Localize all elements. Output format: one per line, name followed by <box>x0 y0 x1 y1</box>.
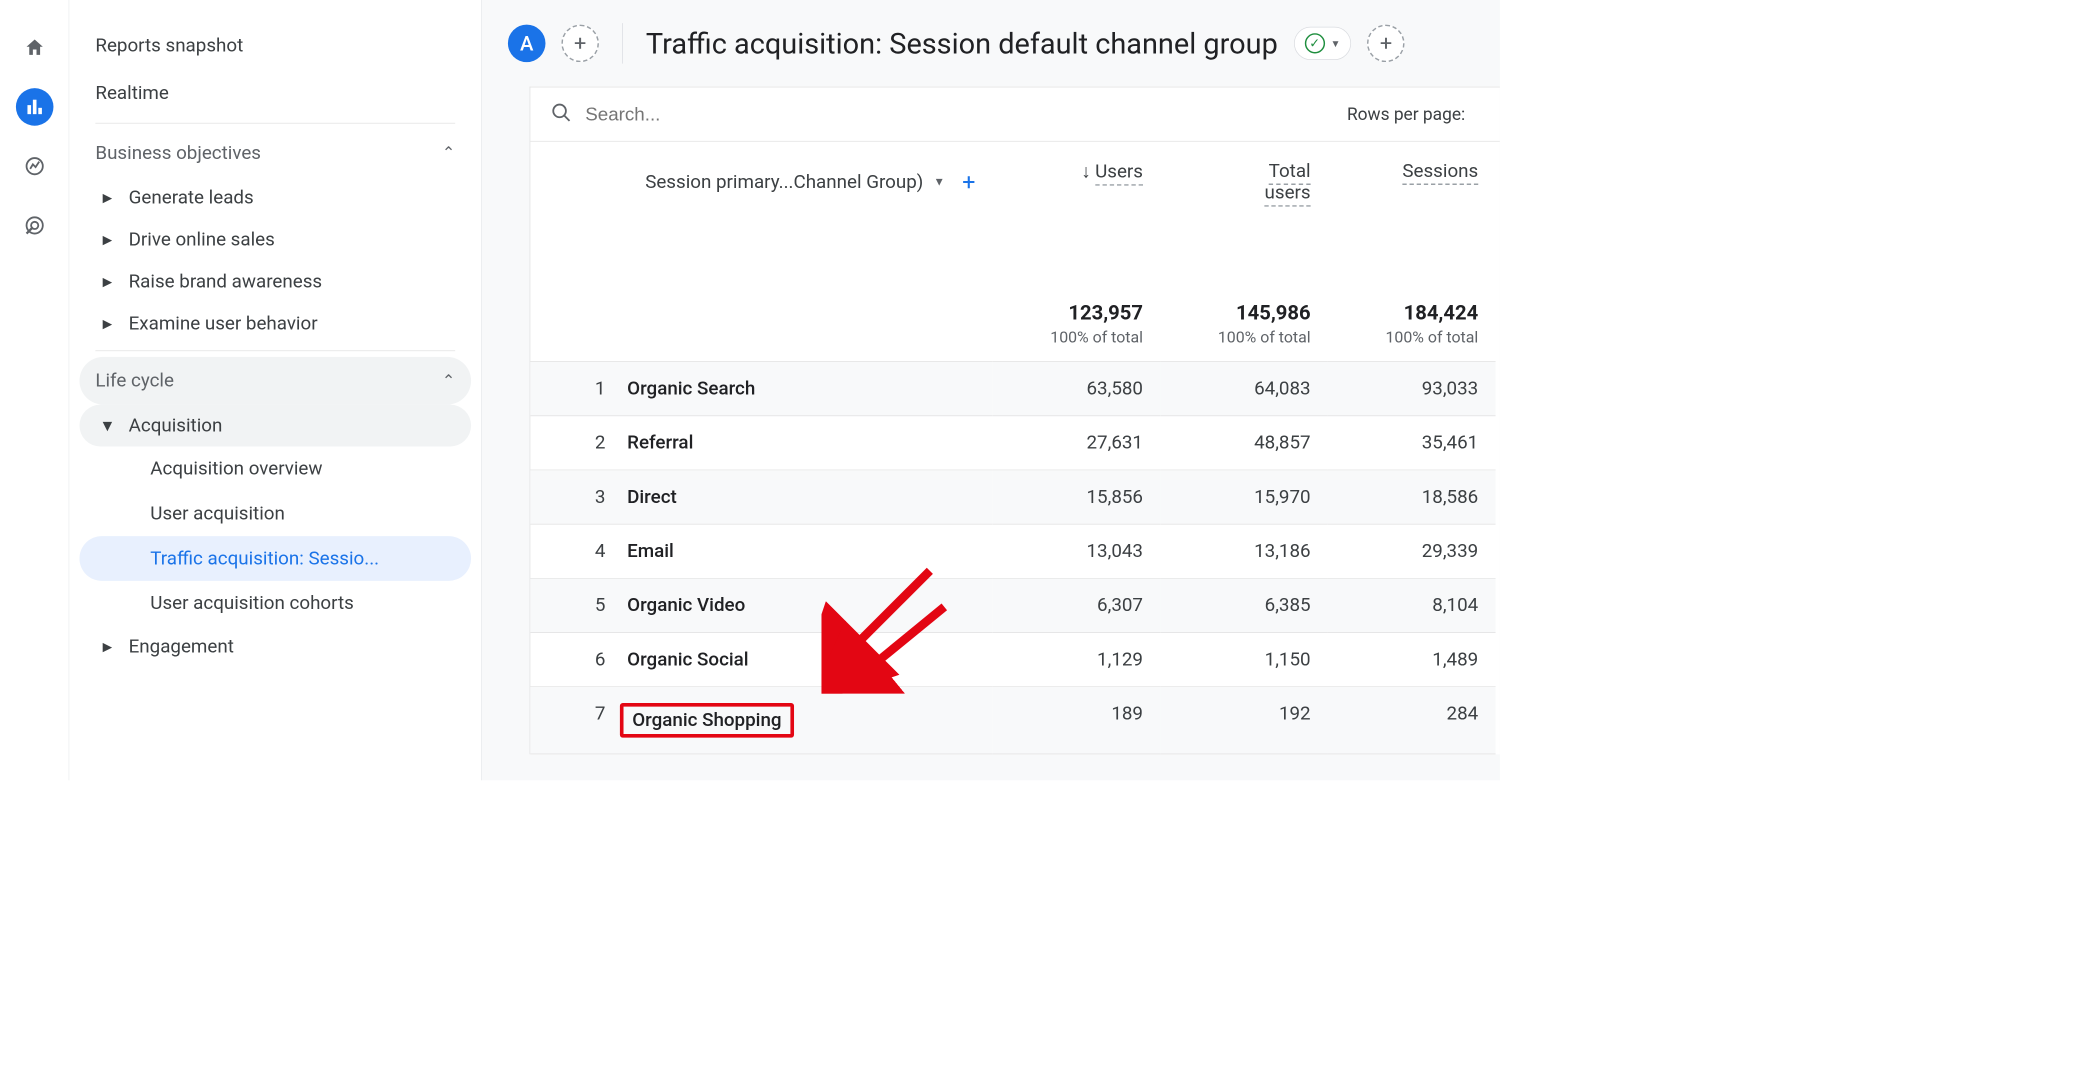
sidebar-item-acquisition[interactable]: ▾Acquisition <box>79 405 471 447</box>
sidebar-item-drive-online-sales[interactable]: ▸Drive online sales <box>79 219 471 261</box>
table-row[interactable]: 2Referral27,63148,85735,461 <box>530 416 1500 470</box>
add-comparison-button[interactable]: + <box>561 25 599 63</box>
metric-header-sessions[interactable]: Sessions <box>1328 142 1496 207</box>
advertising-icon[interactable] <box>16 207 54 245</box>
sidebar-item-user-acquisition-cohorts[interactable]: User acquisition cohorts <box>79 581 471 626</box>
table-row[interactable]: 3Direct15,85615,97018,586 <box>530 470 1500 524</box>
table-row[interactable]: 7Organic Shopping189192284 <box>530 687 1500 754</box>
sidebar-group-business-objectives[interactable]: Business objectives ⌃ <box>79 129 471 177</box>
sidebar: Reports snapshot Realtime Business objec… <box>69 0 481 780</box>
table-row[interactable]: 1Organic Search63,58064,08393,033 <box>530 362 1500 416</box>
home-icon[interactable] <box>16 29 54 67</box>
dimension-header[interactable]: Session primary...Channel Group) ▼ + <box>530 142 992 207</box>
sidebar-item-acquisition-overview[interactable]: Acquisition overview <box>79 447 471 492</box>
divider <box>622 23 623 63</box>
table-row[interactable]: 4Email13,04313,18629,339 <box>530 525 1500 579</box>
main-content: A + Traffic acquisition: Session default… <box>481 0 1500 780</box>
chevron-up-icon: ⌃ <box>442 372 455 390</box>
sort-down-icon: ↓ <box>1081 161 1090 183</box>
sidebar-item-snapshot[interactable]: Reports snapshot <box>79 22 471 70</box>
chevron-down-icon[interactable]: ▼ <box>933 175 944 189</box>
search-bar: Rows per page: <box>530 87 1500 141</box>
chevron-down-icon: ▼ <box>1331 37 1341 49</box>
sidebar-item-user-acquisition[interactable]: User acquisition <box>79 491 471 536</box>
sidebar-group-label: Business objectives <box>95 142 261 164</box>
search-icon <box>551 102 573 127</box>
avatar[interactable]: A <box>508 25 546 63</box>
reports-icon[interactable] <box>16 88 54 126</box>
sidebar-item-realtime[interactable]: Realtime <box>79 69 471 117</box>
totals-row: 123,957100% of total 145,986100% of tota… <box>530 207 1500 362</box>
table-row[interactable]: 5Organic Video6,3076,3858,104 <box>530 579 1500 633</box>
page-title: Traffic acquisition: Session default cha… <box>646 26 1278 60</box>
rows-per-page-label: Rows per page: <box>1347 104 1480 124</box>
sidebar-item-brand-awareness[interactable]: ▸Raise brand awareness <box>79 261 471 303</box>
explore-icon[interactable] <box>16 147 54 185</box>
sidebar-group-label: Life cycle <box>95 370 174 392</box>
customize-report-button[interactable]: + <box>1367 25 1405 63</box>
sidebar-item-engagement[interactable]: ▸Engagement <box>79 626 471 668</box>
sidebar-item-generate-leads[interactable]: ▸Generate leads <box>79 177 471 219</box>
sidebar-item-user-behavior[interactable]: ▸Examine user behavior <box>79 303 471 345</box>
metric-header-total-users[interactable]: Totalusers <box>1160 142 1328 207</box>
check-icon: ✓ <box>1305 33 1325 53</box>
main-header: A + Traffic acquisition: Session default… <box>482 0 1500 87</box>
add-dimension-button[interactable]: + <box>962 168 975 195</box>
sidebar-group-life-cycle[interactable]: Life cycle ⌃ <box>79 357 471 405</box>
search-input[interactable] <box>585 103 1334 125</box>
report-table-card: Rows per page: Session primary...Channel… <box>530 87 1500 755</box>
metric-header-users[interactable]: ↓Users <box>993 142 1161 207</box>
chevron-up-icon: ⌃ <box>442 144 455 162</box>
table-row[interactable]: 6Organic Social1,1291,1501,489 <box>530 633 1500 687</box>
icon-rail <box>0 0 69 780</box>
sidebar-item-traffic-acquisition[interactable]: Traffic acquisition: Sessio... <box>79 536 471 581</box>
status-pill[interactable]: ✓ ▼ <box>1294 27 1352 60</box>
